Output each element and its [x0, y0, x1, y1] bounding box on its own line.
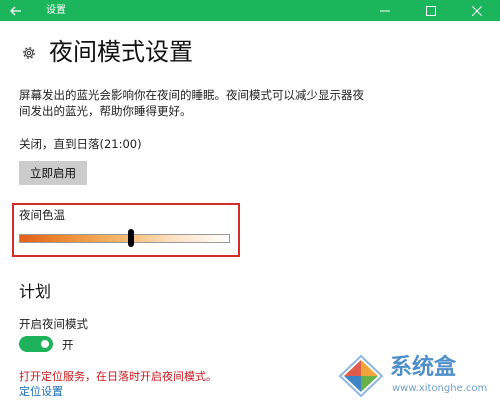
night-mode-toggle-label: 开启夜间模式 [19, 317, 88, 331]
window-title: 设置 [46, 5, 66, 16]
maximize-icon [426, 5, 436, 16]
maximize-button[interactable] [408, 0, 454, 21]
watermark-logo-icon [338, 354, 384, 398]
watermark: 系统盒 www.xitonghe.com [338, 354, 498, 398]
close-icon [472, 5, 482, 16]
location-warning: 打开定位服务，在日落时开启夜间模式。 [19, 370, 217, 383]
night-mode-toggle[interactable] [19, 336, 53, 352]
gear-icon [23, 47, 35, 59]
color-temp-slider[interactable] [19, 234, 230, 243]
color-temp-label: 夜间色温 [19, 208, 65, 222]
toggle-state-text: 开 [62, 338, 74, 352]
close-button[interactable] [454, 0, 500, 21]
enable-now-button[interactable]: 立即启用 [19, 161, 87, 185]
title-bar: 设置 [0, 0, 500, 21]
minimize-icon [380, 10, 390, 11]
watermark-url: www.xitonghe.com [392, 383, 488, 394]
page-description: 屏幕发出的蓝光会影响你在夜间的睡眠。夜间模式可以减少显示器夜间发出的蓝光，帮助你… [19, 88, 364, 118]
watermark-text: 系统盒 [390, 355, 457, 380]
toggle-knob [41, 340, 49, 348]
color-temp-slider-thumb[interactable] [127, 229, 134, 247]
page-title: 夜间模式设置 [49, 38, 193, 66]
window-controls [362, 0, 500, 21]
schedule-heading: 计划 [19, 282, 52, 301]
back-button[interactable] [0, 0, 32, 21]
status-text: 关闭，直到日落(21:00) [19, 137, 142, 151]
minimize-button[interactable] [362, 0, 408, 21]
back-arrow-icon [10, 6, 21, 15]
location-settings-link[interactable]: 定位设置 [19, 385, 63, 399]
